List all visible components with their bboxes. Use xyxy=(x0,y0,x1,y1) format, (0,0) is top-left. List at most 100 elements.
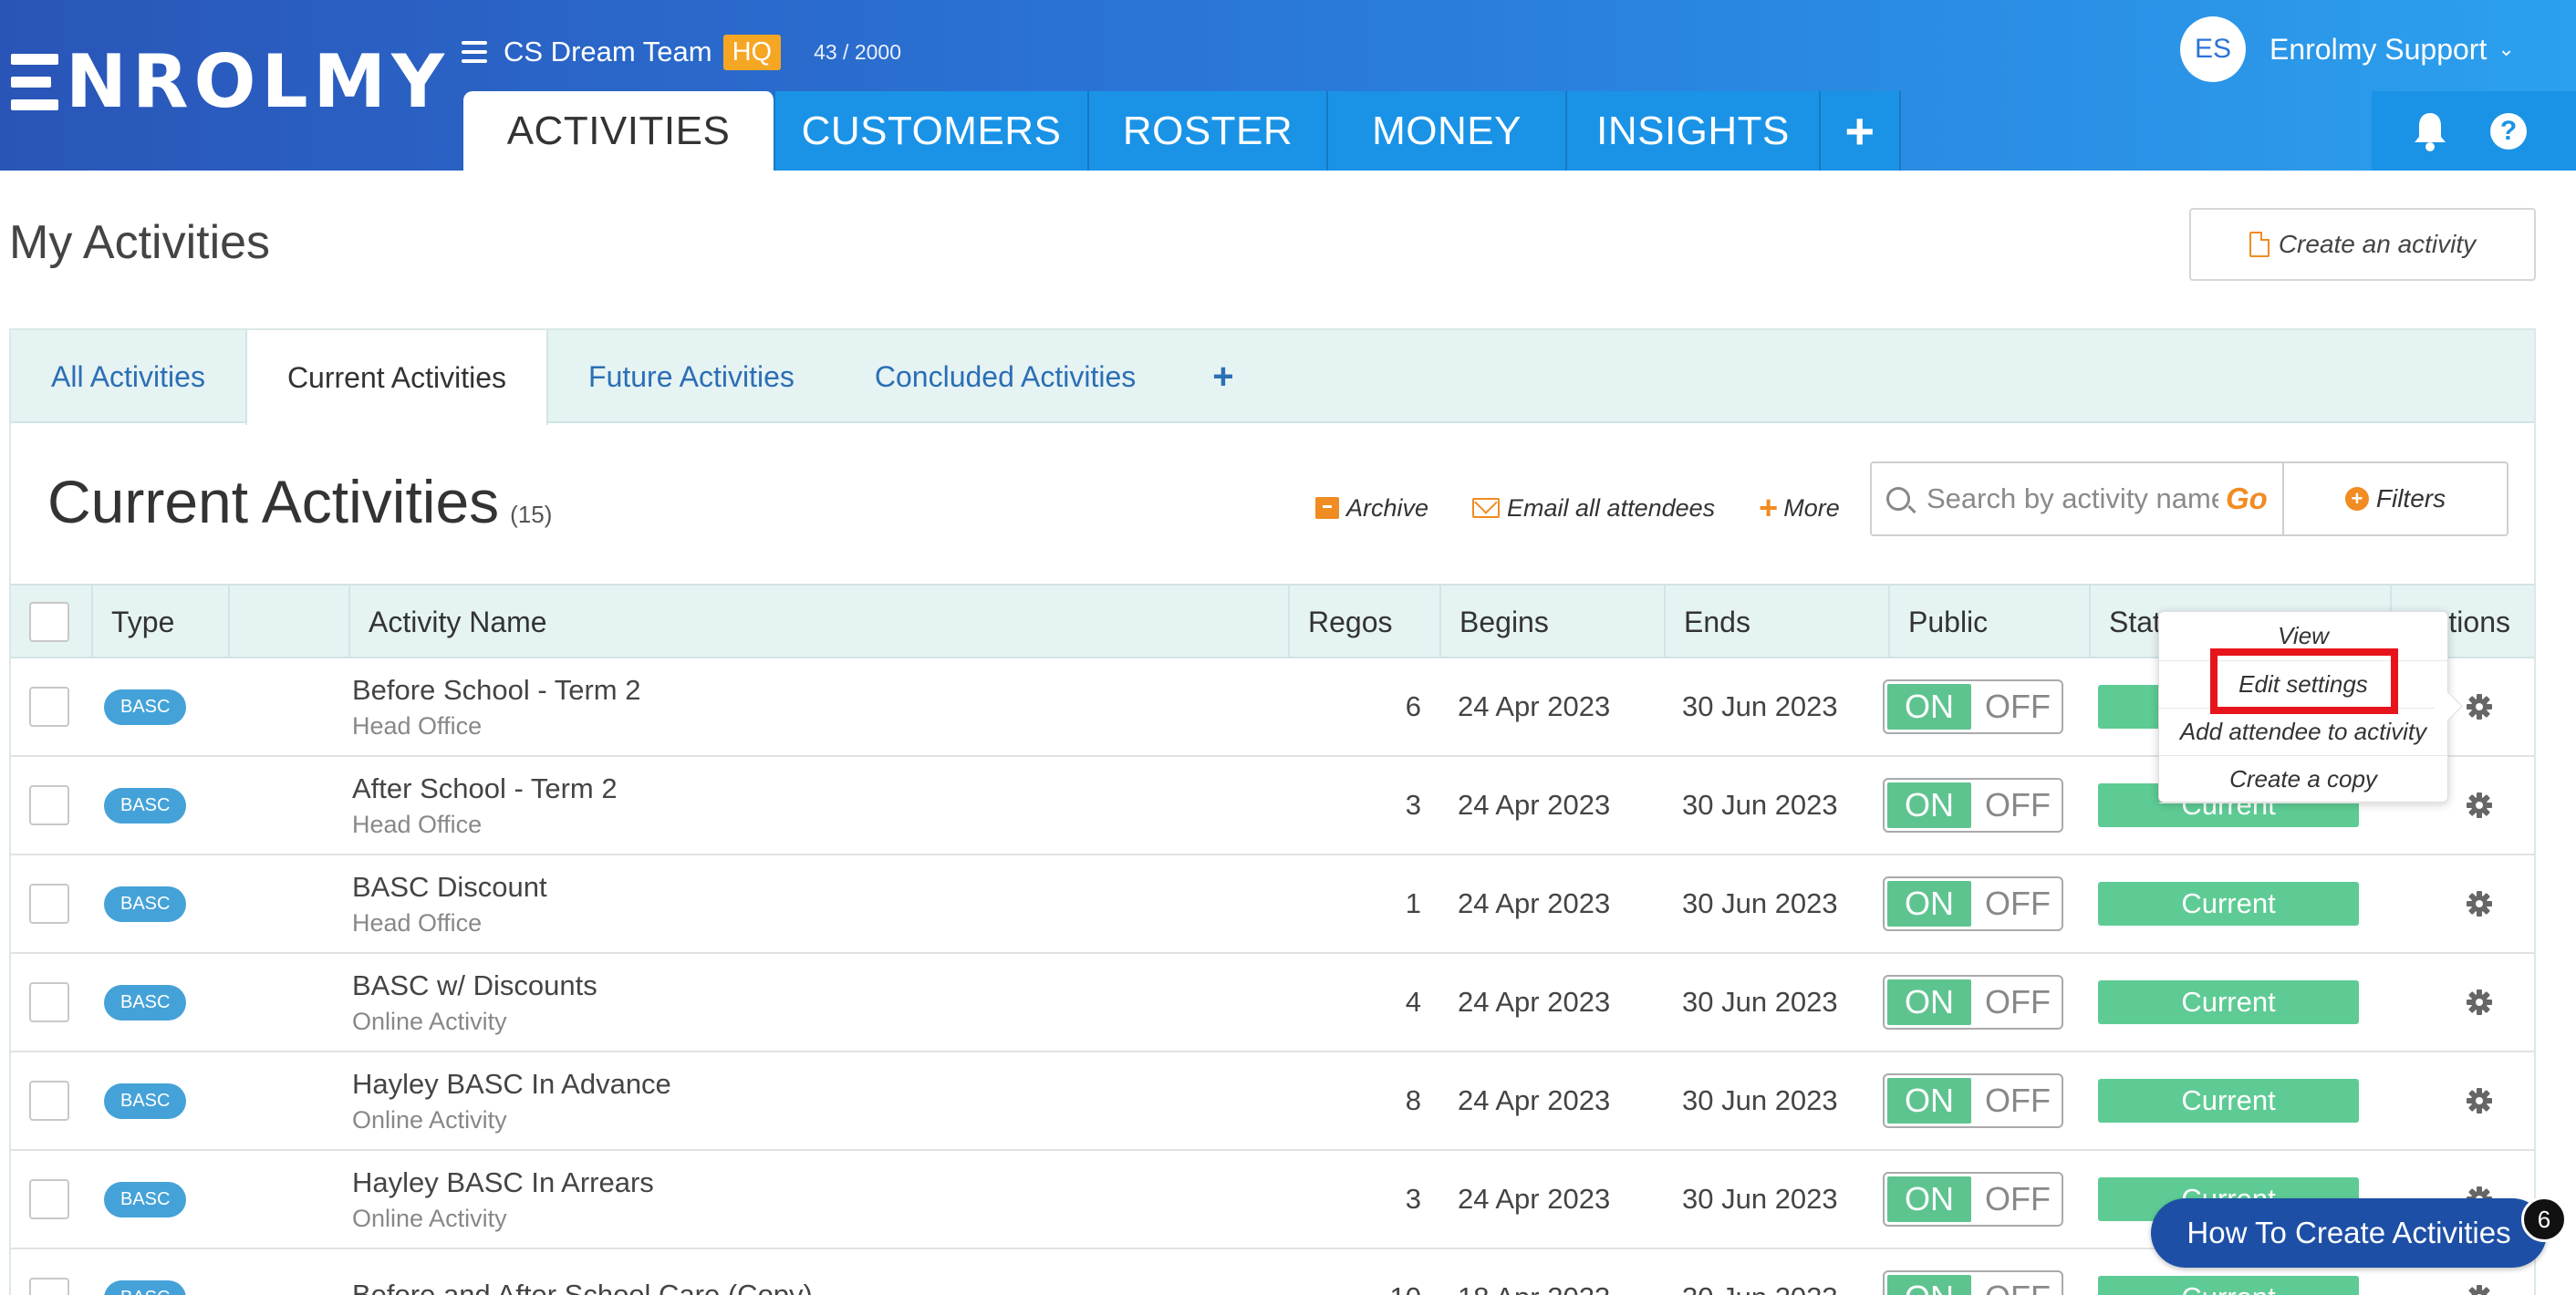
menu-item-create-copy[interactable]: Create a copy xyxy=(2159,756,2447,803)
nav-tab-money[interactable]: MONEY xyxy=(1328,91,1567,171)
search-input[interactable] xyxy=(1927,482,2218,515)
more-button[interactable]: + More xyxy=(1759,489,1840,527)
header-ends[interactable]: Ends xyxy=(1664,585,1888,658)
public-toggle[interactable]: ONOFF xyxy=(1883,1172,2063,1227)
activity-name-link[interactable]: Before and After School Care (Copy) xyxy=(352,1279,813,1295)
gear-icon[interactable] xyxy=(2465,889,2494,918)
section-heading: Current Activities (15) xyxy=(47,467,552,536)
toggle-on[interactable]: ON xyxy=(1885,1272,1974,1295)
help-question-icon[interactable]: ? xyxy=(2490,113,2527,150)
gear-icon[interactable] xyxy=(2465,988,2494,1017)
row-checkbox-cell xyxy=(29,855,69,952)
toggle-off[interactable]: OFF xyxy=(1974,977,2062,1028)
how-to-help-button[interactable]: How To Create Activities xyxy=(2151,1198,2547,1268)
nav-tab-customers[interactable]: CUSTOMERS xyxy=(775,91,1089,171)
row-checkbox[interactable] xyxy=(29,884,69,924)
row-checkbox-cell xyxy=(29,757,69,854)
menu-item-edit-settings[interactable]: Edit settings xyxy=(2159,661,2447,709)
header-type[interactable]: Type xyxy=(91,585,228,658)
header-activity-name[interactable]: Activity Name xyxy=(348,585,1288,658)
activity-name-link[interactable]: After School - Term 2 xyxy=(352,772,618,805)
team-selector[interactable]: CS Dream Team HQ 43 / 2000 xyxy=(462,29,901,75)
toggle-off[interactable]: OFF xyxy=(1974,1272,2062,1295)
create-activity-label[interactable]: Create an activity xyxy=(2279,230,2476,259)
public-toggle[interactable]: ONOFF xyxy=(1883,679,2063,734)
activity-name-cell: BASC w/ Discounts Online Activity xyxy=(352,954,597,1051)
public-toggle[interactable]: ONOFF xyxy=(1883,876,2063,931)
toggle-on[interactable]: ON xyxy=(1885,1075,1974,1126)
filters-label[interactable]: Filters xyxy=(2376,484,2446,513)
public-toggle-cell: ONOFF xyxy=(1883,1249,2063,1295)
table-row[interactable]: BASC Before and After School Care (Copy) 1… xyxy=(11,1249,2534,1295)
ends-date: 30 Jun 2023 xyxy=(1682,1183,1838,1215)
archive-button[interactable]: Archive xyxy=(1315,494,1428,523)
row-checkbox[interactable] xyxy=(29,982,69,1022)
toggle-on[interactable]: ON xyxy=(1885,878,1974,929)
activity-name-link[interactable]: Hayley BASC In Advance xyxy=(352,1068,671,1101)
gear-icon[interactable] xyxy=(2465,1283,2494,1295)
row-checkbox[interactable] xyxy=(29,1179,69,1219)
chevron-down-icon[interactable]: ⌄ xyxy=(2498,37,2514,61)
gear-icon[interactable] xyxy=(2465,1086,2494,1115)
type-cell: BASC xyxy=(104,954,187,1051)
enrolmy-logo[interactable]: NROLMY xyxy=(11,46,450,119)
public-toggle[interactable]: ONOFF xyxy=(1883,975,2063,1030)
email-label[interactable]: Email all attendees xyxy=(1507,494,1715,523)
archive-label[interactable]: Archive xyxy=(1346,494,1428,523)
activity-name-link[interactable]: BASC w/ Discounts xyxy=(352,969,597,1002)
tab-current-activities[interactable]: Current Activities xyxy=(244,330,549,425)
tab-future-activities[interactable]: Future Activities xyxy=(548,330,835,423)
type-badge: BASC xyxy=(104,787,187,824)
team-name[interactable]: CS Dream Team xyxy=(504,36,712,68)
toggle-off[interactable]: OFF xyxy=(1974,780,2062,831)
user-name[interactable]: Enrolmy Support xyxy=(2270,33,2487,67)
toggle-off[interactable]: OFF xyxy=(1974,1174,2062,1225)
table-row[interactable]: BASC After School - Term 2 Head Office 3 24 … xyxy=(11,757,2534,855)
nav-tab-roster[interactable]: ROSTER xyxy=(1089,91,1328,171)
activity-name-link[interactable]: BASC Discount xyxy=(352,871,547,904)
row-checkbox[interactable] xyxy=(29,687,69,727)
table-row[interactable]: BASC BASC w/ Discounts Online Activity 4 24 … xyxy=(11,954,2534,1052)
header-public[interactable]: Public xyxy=(1888,585,2089,658)
user-avatar[interactable]: ES xyxy=(2180,16,2246,82)
user-menu[interactable]: ES Enrolmy Support ⌄ xyxy=(2180,16,2515,82)
toggle-on[interactable]: ON xyxy=(1885,1174,1974,1225)
more-label[interactable]: More xyxy=(1783,494,1840,523)
menu-item-add-attendee[interactable]: Add attendee to activity xyxy=(2159,709,2447,756)
public-toggle[interactable]: ONOFF xyxy=(1883,1073,2063,1128)
row-checkbox[interactable] xyxy=(29,1081,69,1121)
header-regos[interactable]: Regos xyxy=(1288,585,1439,658)
toggle-on[interactable]: ON xyxy=(1885,681,1974,732)
activity-name-link[interactable]: Before School - Term 2 xyxy=(352,674,640,707)
public-toggle[interactable]: ONOFF xyxy=(1883,778,2063,833)
table-row[interactable]: BASC Hayley BASC In Advance Online Activit… xyxy=(11,1052,2534,1151)
public-toggle[interactable]: ONOFF xyxy=(1883,1270,2063,1295)
tab-all-activities[interactable]: All Activities xyxy=(11,330,245,423)
nav-tab-insights[interactable]: INSIGHTS xyxy=(1567,91,1821,171)
tab-concluded-activities[interactable]: Concluded Activities xyxy=(835,330,1176,423)
gear-icon[interactable] xyxy=(2465,791,2494,820)
bell-icon[interactable] xyxy=(2412,111,2448,151)
row-checkbox[interactable] xyxy=(29,785,69,825)
nav-tab-activities[interactable]: ACTIVITIES xyxy=(463,91,775,171)
activity-name-link[interactable]: Hayley BASC In Arrears xyxy=(352,1166,654,1199)
toggle-on[interactable]: ON xyxy=(1885,780,1974,831)
row-checkbox[interactable] xyxy=(29,1278,69,1295)
filters-button[interactable]: + Filters xyxy=(2282,461,2508,536)
go-button[interactable]: Go xyxy=(2226,482,2268,516)
toggle-off[interactable]: OFF xyxy=(1974,1075,2062,1126)
add-view-plus-icon[interactable]: + xyxy=(1176,330,1270,423)
select-all-checkbox[interactable] xyxy=(29,602,69,642)
create-activity-button[interactable]: Create an activity xyxy=(2189,208,2536,281)
header-begins[interactable]: Begins xyxy=(1439,585,1664,658)
table-row[interactable]: BASC Before School - Term 2 Head Office 6 24… xyxy=(11,658,2534,757)
add-tab-plus-icon[interactable]: + xyxy=(1821,91,1901,171)
menu-item-view[interactable]: View xyxy=(2159,612,2447,661)
table-row[interactable]: BASC BASC Discount Head Office 1 24 Apr 2023… xyxy=(11,855,2534,954)
toggle-on[interactable]: ON xyxy=(1885,977,1974,1028)
email-all-attendees-button[interactable]: Email all attendees xyxy=(1472,494,1715,523)
gear-icon[interactable] xyxy=(2465,692,2494,721)
toggle-off[interactable]: OFF xyxy=(1974,878,2062,929)
toggle-off[interactable]: OFF xyxy=(1974,681,2062,732)
hamburger-menu-icon[interactable] xyxy=(462,41,487,63)
